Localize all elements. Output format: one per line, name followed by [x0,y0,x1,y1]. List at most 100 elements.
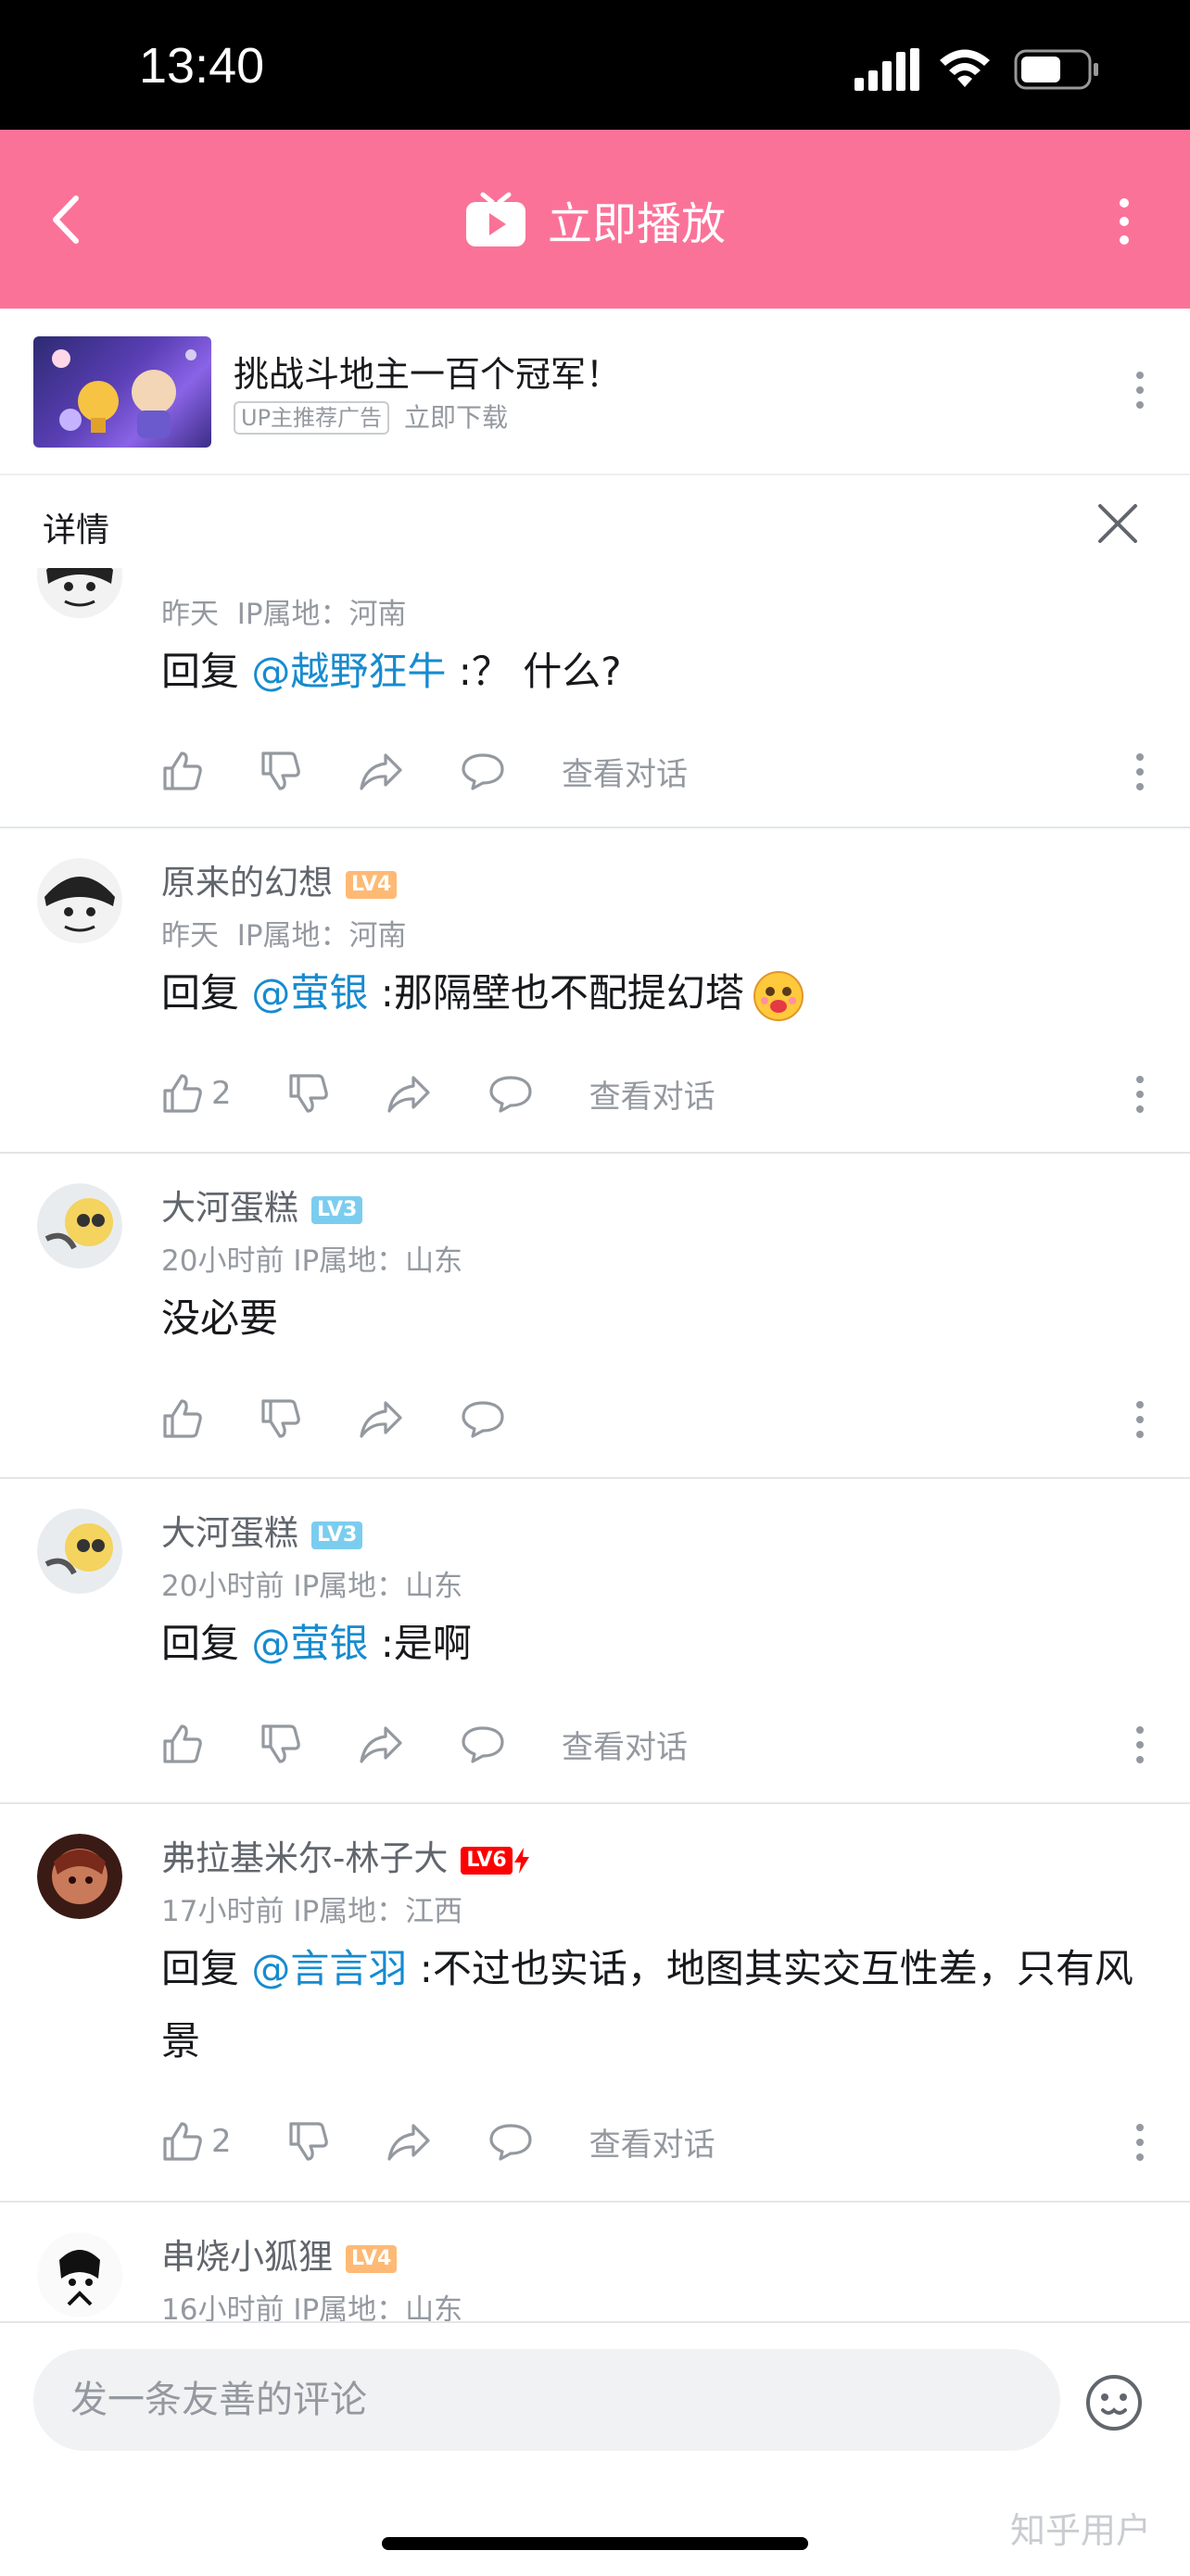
comment-more-icon[interactable] [1134,1399,1146,1440]
share-button[interactable] [358,1723,404,1765]
status-bar: 13:40 [0,0,1190,130]
ad-thumbnail [33,336,211,448]
cellular-signal-icon [855,48,919,91]
comment-username[interactable]: 串烧小狐狸 LV4 [161,2229,398,2279]
thumbs-down-icon [289,1074,328,1113]
comment-meta: 昨天 IP属地：河南 [161,919,407,953]
comment-username[interactable]: 大河蛋糕 LV3 [161,1180,363,1230]
view-dialog-link[interactable]: 查看对话 [589,2119,715,2165]
like-button[interactable] [161,1397,204,1440]
level-badge: LV6 [461,1846,513,1875]
reply-button[interactable] [487,2120,534,2163]
comment-actions [161,1391,562,1446]
view-dialog-link[interactable]: 查看对话 [562,1722,688,1767]
comment-icon [462,1401,504,1438]
ad-title: 挑战斗地主一百个冠军！ [234,354,622,395]
ad-download-link[interactable]: 立即下载 [404,401,508,435]
comment-text: 回复 @越野狂牛 :？ 什么? [161,649,622,694]
mention-link[interactable]: @越野狂牛 [251,649,446,694]
avatar[interactable] [37,2232,122,2317]
thumbs-up-icon [163,751,202,790]
mention-link[interactable]: @萤银 [251,970,368,1016]
comment-text: 回复 @言言羽 :不过也实话，地图其实交互性差，只有风景 [161,1946,1133,2064]
reply-button[interactable] [487,1072,534,1115]
thumbs-down-icon [261,751,300,790]
emoji-picker-icon[interactable] [1084,2373,1144,2432]
dislike-button[interactable] [260,1397,302,1440]
comment-username[interactable]: 原来的幻想 LV4 [161,854,398,904]
comment-icon [462,1726,504,1763]
like-button[interactable]: 2 [161,1072,232,1115]
comment-item: 昨天 IP属地：河南 回复 @越野狂牛 :？ 什么? 查看对话 [0,568,1190,828]
thumbs-up-icon [163,1074,202,1113]
share-button[interactable] [386,2120,432,2163]
reply-button[interactable] [460,1397,506,1440]
comment-text: 回复 @萤银 :是啊 [161,1621,472,1666]
tv-icon [465,192,525,246]
top-bar: 立即播放 [0,130,1190,309]
comment-input[interactable] [33,2349,1060,2451]
comment-more-icon[interactable] [1134,751,1146,792]
comment-actions: 2 查看对话 [161,1066,771,1121]
comment-item: 串烧小狐狸 LV4 16小时前 IP属地：山东 [0,2203,1190,2321]
comment-actions: 查看对话 [161,743,743,799]
reply-button[interactable] [460,750,506,792]
dislike-button[interactable] [260,750,302,792]
level-badge: LV4 [346,2244,398,2273]
lightning-icon [513,1847,529,1874]
like-button[interactable]: 2 [161,2120,232,2163]
comment-more-icon[interactable] [1134,1724,1146,1765]
thumbs-down-icon [261,1724,300,1763]
close-icon[interactable] [1097,503,1138,544]
comment-icon [462,753,504,790]
ad-more-icon[interactable] [1134,370,1146,410]
comment-item: 弗拉基米尔-林子大 LV6 17小时前 IP属地：江西 回复 @言言羽 :不过也实… [0,1804,1190,2203]
mention-link[interactable]: @萤银 [251,1621,368,1666]
share-icon [360,1401,402,1438]
avatar[interactable] [37,1509,122,1594]
mention-link[interactable]: @言言羽 [251,1946,407,1991]
share-icon [360,753,402,790]
battery-icon [1014,49,1098,90]
thumbs-up-icon [163,1399,202,1438]
avatar[interactable] [37,1183,122,1269]
comment-username[interactable]: 弗拉基米尔-林子大 LV6 [161,1830,529,1880]
comment-list: 昨天 IP属地：河南 回复 @越野狂牛 :？ 什么? 查看对话 原来的幻想 LV4… [0,568,1190,2321]
comment-actions: 2 查看对话 [161,2114,771,2169]
avatar[interactable] [37,568,122,618]
like-count: 2 [211,1075,232,1112]
status-time: 13:40 [139,38,265,94]
play-now-button[interactable]: 立即播放 [0,130,1190,309]
like-button[interactable] [161,750,204,792]
comment-meta: 16小时前 IP属地：山东 [161,2293,463,2321]
thumbs-down-icon [261,1399,300,1438]
share-button[interactable] [358,750,404,792]
comment-item: 大河蛋糕 LV3 20小时前 IP属地：山东 没必要 [0,1154,1190,1479]
reply-button[interactable] [460,1723,506,1765]
like-button[interactable] [161,1723,204,1765]
ad-banner[interactable]: 挑战斗地主一百个冠军！ UP主推荐广告 立即下载 [0,309,1190,475]
comment-actions: 查看对话 [161,1716,743,1772]
dislike-button[interactable] [287,2120,330,2163]
comment-username[interactable]: 大河蛋糕 LV3 [161,1505,363,1555]
avatar[interactable] [37,1834,122,1919]
thumbs-down-icon [289,2122,328,2161]
view-dialog-link[interactable]: 查看对话 [589,1071,715,1117]
thumbs-up-icon [163,2122,202,2161]
more-icon[interactable] [1118,196,1131,246]
dislike-button[interactable] [287,1072,330,1115]
avatar[interactable] [37,858,122,943]
emoji-icon [753,970,804,1021]
share-button[interactable] [358,1397,404,1440]
share-button[interactable] [386,1072,432,1115]
share-icon [387,1076,430,1113]
dislike-button[interactable] [260,1723,302,1765]
home-indicator[interactable] [382,2537,808,2550]
view-dialog-link[interactable]: 查看对话 [562,749,688,794]
level-badge: LV3 [311,1195,363,1224]
comment-more-icon[interactable] [1134,1074,1146,1115]
comment-more-icon[interactable] [1134,2122,1146,2163]
level-badge: LV4 [346,870,398,899]
comment-meta: 20小时前 IP属地：山东 [161,1244,463,1278]
top-bar-title: 立即播放 [547,197,726,250]
